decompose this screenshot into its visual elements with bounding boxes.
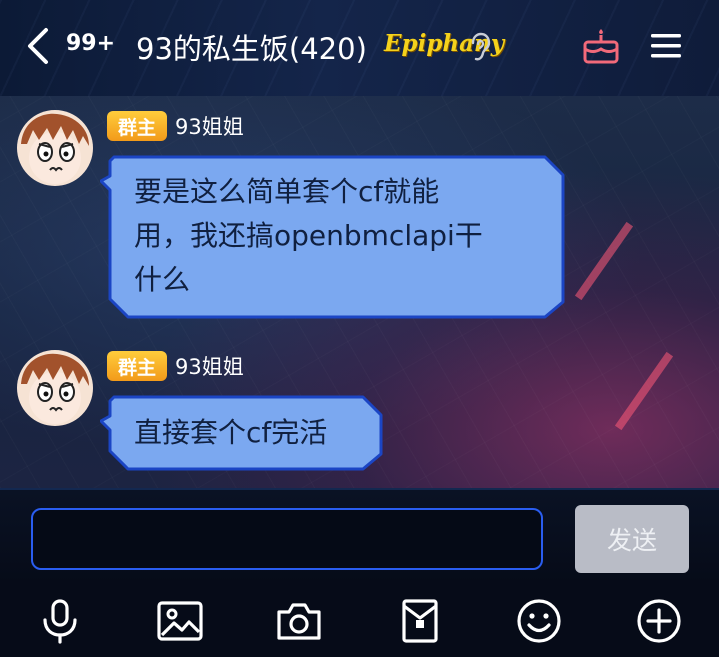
message-bubble[interactable]: 要是这么简单套个cf就能 用，我还搞openbmclapi干 什么 xyxy=(100,154,566,320)
ear-icon[interactable] xyxy=(468,32,492,62)
composer-bar: 发送 xyxy=(0,488,719,584)
microphone-icon[interactable] xyxy=(36,598,84,644)
image-icon[interactable] xyxy=(156,598,204,644)
camera-icon[interactable] xyxy=(275,598,323,644)
message-bubble[interactable]: 直接套个cf完活 xyxy=(100,394,384,472)
message-list[interactable]: 群主 93姐姐 要是这么简单套个cf就能 用，我还搞openbmclapi干 什… xyxy=(0,96,719,488)
hamburger-menu-icon[interactable] xyxy=(649,32,683,60)
group-title[interactable]: 93的私生饭(420) xyxy=(136,26,367,68)
owner-badge: 群主 xyxy=(107,351,167,381)
cake-icon[interactable] xyxy=(582,28,620,64)
avatar[interactable] xyxy=(17,110,93,186)
chevron-left-icon xyxy=(28,28,48,64)
plus-icon[interactable] xyxy=(635,598,683,644)
message-text: 要是这么简单套个cf就能 用，我还搞openbmclapi干 什么 xyxy=(134,175,483,296)
owner-badge: 群主 xyxy=(107,111,167,141)
send-button[interactable]: 发送 xyxy=(575,505,689,573)
sender-name[interactable]: 93姐姐 xyxy=(175,111,244,141)
chat-screen: 99+ 93的私生饭(420) Epiphany 群主 93姐姐 要是这么简单套… xyxy=(0,0,719,657)
avatar[interactable] xyxy=(17,350,93,426)
message-input[interactable] xyxy=(31,508,543,570)
unread-count[interactable]: 99+ xyxy=(66,31,115,56)
bottom-toolbar xyxy=(0,584,719,657)
header-bar: 99+ 93的私生饭(420) Epiphany xyxy=(0,0,719,96)
sender-name[interactable]: 93姐姐 xyxy=(175,351,244,381)
message-text: 直接套个cf完活 xyxy=(134,416,328,449)
emoji-icon[interactable] xyxy=(515,598,563,644)
red-packet-icon[interactable] xyxy=(396,598,444,644)
back-button[interactable] xyxy=(22,26,58,66)
